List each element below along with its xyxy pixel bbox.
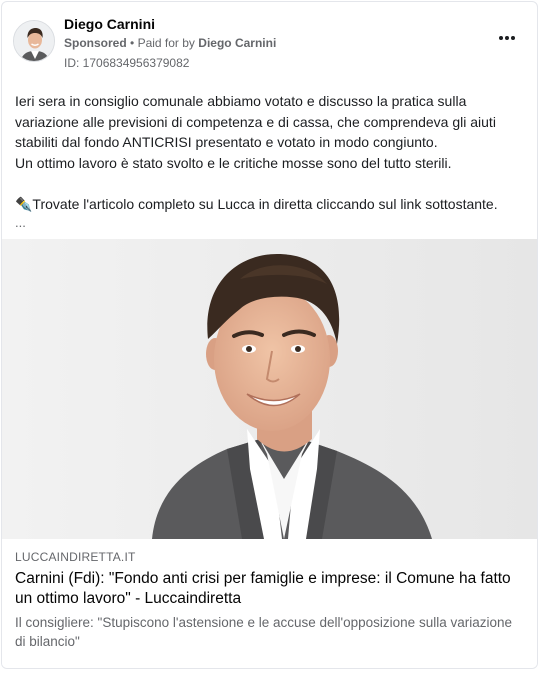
- link-description: Il consigliere: "Stupiscono l'astensione…: [15, 615, 512, 649]
- post-header: Diego Carnini Sponsored • Paid for by Di…: [2, 2, 537, 80]
- avatar-image: [14, 21, 54, 61]
- link-domain: LUCCAINDIRETTA.IT: [15, 550, 136, 564]
- portrait-image: [2, 239, 537, 539]
- ad-id: ID: 1706834956379082: [64, 56, 190, 70]
- post-text-line: variazione alle previsioni di competenza…: [15, 113, 496, 130]
- link-preview-image[interactable]: [2, 239, 537, 539]
- post-text-link-line: ✒️Trovate l'articolo completo su Lucca i…: [15, 195, 498, 212]
- post-text: Ieri sera in consiglio comunale abbiamo …: [15, 91, 525, 232]
- post-text-line: Un ottimo lavoro è stato svolto e le cri…: [15, 154, 452, 171]
- paid-for-label: Paid for by: [137, 36, 195, 50]
- sponsored-line: Sponsored • Paid for by Diego Carnini: [64, 36, 276, 50]
- more-horizontal-icon[interactable]: [495, 28, 519, 48]
- post-text-line: Ieri sera in consiglio comunale abbiamo …: [15, 93, 467, 109]
- payer-name: Diego Carnini: [198, 36, 277, 50]
- avatar[interactable]: [13, 20, 55, 62]
- link-title[interactable]: Carnini (Fdi): "Fondo anti crisi per fam…: [15, 569, 524, 609]
- see-more-ellipsis[interactable]: ...: [15, 214, 525, 232]
- post-text-line: stabiliti dal fondo ANTICRISI presentato…: [15, 134, 438, 150]
- meta-separator: •: [130, 36, 135, 50]
- author-name[interactable]: Diego Carnini: [64, 16, 155, 32]
- link-preview[interactable]: LUCCAINDIRETTA.IT Carnini (Fdi): "Fondo …: [2, 539, 537, 668]
- sponsored-label: Sponsored: [64, 36, 127, 50]
- ad-card: Diego Carnini Sponsored • Paid for by Di…: [1, 1, 538, 669]
